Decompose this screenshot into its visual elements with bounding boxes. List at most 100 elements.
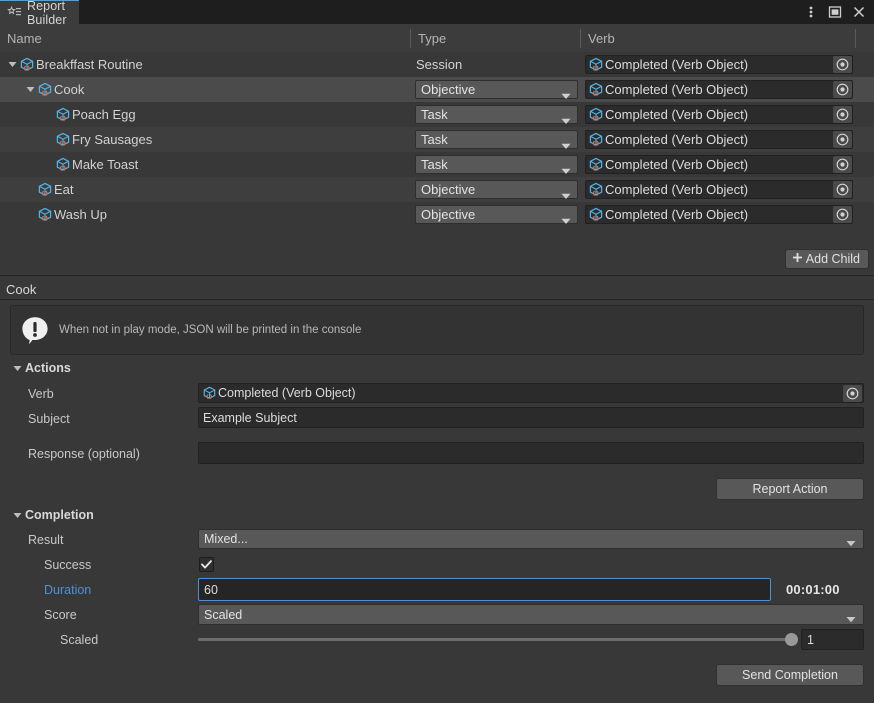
scaled-slider[interactable] — [198, 632, 798, 648]
maximize-icon[interactable] — [824, 1, 846, 23]
tree-row[interactable]: Make Toast Task Completed (Verb Object) — [0, 152, 874, 177]
tree-row-name-cell[interactable]: Poach Egg — [42, 102, 136, 127]
result-dropdown[interactable]: Mixed... — [198, 529, 864, 549]
kebab-menu-icon[interactable] — [800, 1, 822, 23]
verb-value: Completed (Verb Object) — [605, 182, 749, 197]
object-picker-icon[interactable] — [833, 156, 852, 173]
tree-view: Breakffast Routine Session Completed (Ver… — [0, 52, 874, 238]
tab-report-builder[interactable]: Report Builder — [0, 0, 79, 27]
tree-row-verb-cell[interactable]: Completed (Verb Object) — [585, 205, 853, 224]
type-dropdown[interactable]: Objective — [415, 205, 578, 224]
slider-handle[interactable] — [785, 633, 798, 646]
scriptable-object-icon — [588, 107, 603, 122]
slider-track[interactable] — [198, 638, 798, 641]
object-picker-icon[interactable] — [833, 181, 852, 198]
tree-row-name-cell[interactable]: Fry Sausages — [42, 127, 152, 152]
success-checkbox[interactable] — [199, 557, 214, 572]
window-buttons — [800, 0, 870, 24]
scriptable-object-icon — [37, 207, 53, 223]
tree-row-name-cell[interactable]: Breakffast Routine — [6, 52, 143, 77]
type-dropdown[interactable]: Objective — [415, 80, 578, 99]
result-label: Result — [28, 533, 64, 547]
column-header-verb[interactable]: Verb — [581, 24, 855, 52]
verb-object-field[interactable]: Completed (Verb Object) — [585, 105, 853, 124]
duration-input[interactable]: 60 — [198, 578, 771, 601]
tree-row-verb-cell[interactable]: Completed (Verb Object) — [585, 105, 853, 124]
tree-row[interactable]: Breakffast Routine Session Completed (Ver… — [0, 52, 874, 77]
duration-label[interactable]: Duration — [44, 583, 91, 597]
object-picker-icon[interactable] — [833, 56, 852, 73]
verb-object-field[interactable]: Completed (Verb Object) — [585, 80, 853, 99]
report-action-button[interactable]: Report Action — [716, 478, 864, 500]
plus-icon — [792, 252, 803, 266]
column-header-name[interactable]: Name — [0, 24, 410, 52]
scaled-label: Scaled — [60, 633, 99, 647]
chevron-down-icon — [10, 508, 24, 522]
chevron-down-icon — [556, 138, 571, 153]
tree-row-name-cell[interactable]: Eat — [24, 177, 74, 202]
close-icon[interactable] — [848, 1, 870, 23]
type-value: Objective — [421, 82, 476, 97]
verb-object-field[interactable]: Completed (Verb Object) — [585, 205, 853, 224]
tree-row-type-cell[interactable]: Task — [415, 105, 578, 124]
tree-row-name-cell[interactable]: Wash Up — [24, 202, 107, 227]
verb-object-field[interactable]: Completed (Verb Object) — [585, 180, 853, 199]
tree-row[interactable]: Poach Egg Task Completed (Verb Object) — [0, 102, 874, 127]
panel-divider[interactable] — [0, 275, 874, 276]
tree-row-type-cell[interactable]: Task — [415, 155, 578, 174]
actions-section-label: Actions — [25, 361, 71, 375]
verb-object-field[interactable]: Completed (Verb Object) — [585, 55, 853, 74]
tree-row[interactable]: Fry Sausages Task Completed (Verb Object… — [0, 127, 874, 152]
tree-row[interactable]: Cook Objective Completed (Verb Object) — [0, 77, 874, 102]
completion-foldout[interactable]: Completion — [10, 508, 94, 522]
tree-row-type-cell[interactable]: Objective — [415, 180, 578, 199]
verb-value: Completed (Verb Object) — [605, 107, 749, 122]
verb-object-field[interactable]: Completed (Verb Object) — [198, 383, 864, 403]
tree-row-verb-cell[interactable]: Completed (Verb Object) — [585, 130, 853, 149]
chevron-down-icon — [556, 88, 571, 103]
scriptable-object-icon — [588, 182, 603, 197]
chevron-down-icon — [846, 536, 856, 550]
scaled-number-input[interactable]: 1 — [801, 629, 864, 650]
tree-row-label: Fry Sausages — [72, 132, 153, 147]
add-child-label: Add Child — [805, 252, 860, 266]
scriptable-object-icon — [588, 207, 603, 222]
type-value: Task — [421, 132, 448, 147]
object-picker-icon[interactable] — [833, 81, 852, 98]
chevron-down-icon[interactable] — [6, 52, 19, 77]
tree-row-verb-cell[interactable]: Completed (Verb Object) — [585, 55, 853, 74]
score-dropdown[interactable]: Scaled — [198, 604, 864, 625]
verb-object-field[interactable]: Completed (Verb Object) — [585, 130, 853, 149]
object-picker-icon[interactable] — [833, 206, 852, 223]
tree-row[interactable]: Wash Up Objective Completed (Verb Object… — [0, 202, 874, 227]
chevron-down-icon[interactable] — [24, 77, 37, 102]
result-value: Mixed... — [204, 532, 248, 546]
scaled-value: 1 — [807, 632, 814, 647]
tree-row-verb-cell[interactable]: Completed (Verb Object) — [585, 180, 853, 199]
verb-object-field[interactable]: Completed (Verb Object) — [585, 155, 853, 174]
type-dropdown[interactable]: Task — [415, 155, 578, 174]
tree-row-name-cell[interactable]: Cook — [24, 77, 84, 102]
checkmark-icon — [201, 558, 212, 572]
tree-row-name-cell[interactable]: Make Toast — [42, 152, 138, 177]
object-picker-icon[interactable] — [833, 106, 852, 123]
tree-row[interactable]: Eat Objective Completed (Verb Object) — [0, 177, 874, 202]
tree-row-type-cell[interactable]: Task — [415, 130, 578, 149]
type-dropdown[interactable]: Objective — [415, 180, 578, 199]
send-completion-button[interactable]: Send Completion — [716, 664, 864, 686]
column-header-type[interactable]: Type — [411, 24, 580, 52]
actions-foldout[interactable]: Actions — [10, 361, 71, 375]
tree-row-verb-cell[interactable]: Completed (Verb Object) — [585, 155, 853, 174]
tree-row-type-cell[interactable]: Objective — [415, 80, 578, 99]
object-picker-icon[interactable] — [843, 385, 862, 402]
response-input[interactable] — [198, 442, 864, 464]
tree-row-verb-cell[interactable]: Completed (Verb Object) — [585, 80, 853, 99]
object-picker-icon[interactable] — [833, 131, 852, 148]
type-dropdown[interactable]: Task — [415, 105, 578, 124]
subject-input[interactable]: Example Subject — [198, 407, 864, 428]
column-divider-3[interactable] — [855, 29, 856, 48]
tree-row-type-cell[interactable]: Objective — [415, 205, 578, 224]
add-child-button[interactable]: Add Child — [784, 249, 869, 269]
scriptable-object-icon — [55, 157, 71, 173]
type-dropdown[interactable]: Task — [415, 130, 578, 149]
